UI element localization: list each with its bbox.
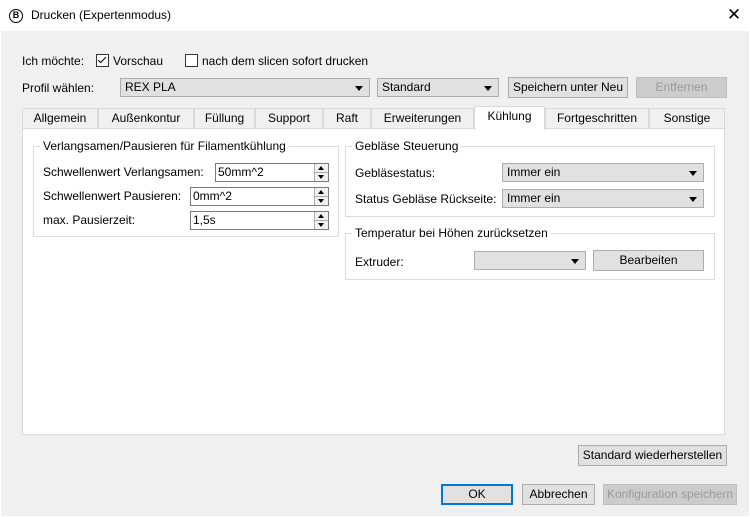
- preset-select[interactable]: Standard: [377, 78, 499, 97]
- spin-up-icon[interactable]: [314, 212, 328, 221]
- window-title: Drucken (Expertenmodus): [31, 8, 172, 22]
- chevron-down-icon: [689, 197, 697, 202]
- slowdown-threshold-label: Schwellenwert Verlangsamen:: [43, 165, 204, 179]
- title-bar: B Drucken (Expertenmodus) ✕: [0, 0, 750, 31]
- want-label: Ich möchte:: [22, 54, 85, 68]
- max-pause-value: 1,5s: [193, 213, 216, 227]
- extruder-label: Extruder:: [355, 255, 404, 269]
- remove-button[interactable]: Entfernen: [636, 77, 727, 98]
- rear-fan-status-select[interactable]: Immer ein: [502, 189, 704, 208]
- chevron-down-icon: [689, 171, 697, 176]
- close-icon[interactable]: ✕: [723, 4, 745, 26]
- slowdown-threshold-spinner[interactable]: 50mm^2: [215, 163, 329, 182]
- pause-threshold-label: Schwellenwert Pausieren:: [43, 189, 182, 203]
- spin-down-icon[interactable]: [314, 173, 328, 181]
- preview-checkbox[interactable]: [96, 54, 109, 67]
- tab-kuehlung[interactable]: Kühlung: [474, 106, 545, 130]
- preview-label: Vorschau: [113, 54, 164, 68]
- profile-label: Profil wählen:: [22, 81, 95, 95]
- tab-fortgeschritten[interactable]: Fortgeschritten: [545, 108, 649, 129]
- tab-allgemein[interactable]: Allgemein: [22, 108, 98, 129]
- tab-fuellung[interactable]: Füllung: [194, 108, 255, 129]
- tab-support[interactable]: Support: [255, 108, 323, 129]
- tab-sonstige[interactable]: Sonstige: [649, 108, 725, 129]
- fan-status-value: Immer ein: [507, 165, 561, 179]
- slowdown-group-title: Verlangsamen/Pausieren für Filamentkühlu…: [40, 139, 289, 153]
- cancel-button[interactable]: Abbrechen: [522, 484, 595, 505]
- chevron-down-icon: [355, 86, 363, 91]
- print-after-slice-label: nach dem slicen sofort drucken: [202, 54, 369, 68]
- app-logo-icon: B: [9, 9, 23, 23]
- tab-aussenkontur[interactable]: Außenkontur: [98, 108, 194, 129]
- tab-erweiterungen[interactable]: Erweiterungen: [371, 108, 474, 129]
- chevron-down-icon: [484, 86, 492, 91]
- max-pause-spinner[interactable]: 1,5s: [190, 211, 329, 230]
- profile-select[interactable]: REX PLA: [120, 78, 370, 97]
- profile-select-value: REX PLA: [125, 80, 176, 94]
- preset-select-value: Standard: [382, 80, 431, 94]
- print-after-slice-checkbox[interactable]: [185, 54, 198, 67]
- slowdown-threshold-value: 50mm^2: [218, 165, 264, 179]
- pause-threshold-spinner[interactable]: 0mm^2: [190, 187, 329, 206]
- fan-control-group-title: Gebläse Steuerung: [352, 139, 462, 153]
- tab-raft[interactable]: Raft: [323, 108, 371, 129]
- restore-defaults-button[interactable]: Standard wiederherstellen: [578, 445, 727, 466]
- spin-up-icon[interactable]: [314, 188, 328, 197]
- spin-down-icon[interactable]: [314, 197, 328, 205]
- fan-status-label: Gebläsestatus:: [355, 166, 436, 180]
- spin-down-icon[interactable]: [314, 221, 328, 229]
- save-as-new-button[interactable]: Speichern unter Neu: [508, 77, 628, 98]
- chevron-down-icon: [571, 259, 579, 264]
- pause-threshold-value: 0mm^2: [193, 189, 232, 203]
- ok-button[interactable]: OK: [441, 484, 513, 505]
- max-pause-label: max. Pausierzeit:: [43, 213, 136, 227]
- temperature-reset-group-title: Temperatur bei Höhen zurücksetzen: [352, 226, 551, 240]
- spin-up-icon[interactable]: [314, 164, 328, 173]
- rear-fan-status-label: Status Gebläse Rückseite:: [355, 192, 497, 206]
- rear-fan-status-value: Immer ein: [507, 191, 561, 205]
- save-configuration-button[interactable]: Konfiguration speichern: [603, 484, 737, 505]
- fan-status-select[interactable]: Immer ein: [502, 163, 704, 182]
- edit-button[interactable]: Bearbeiten: [593, 250, 704, 271]
- extruder-select[interactable]: [474, 251, 586, 270]
